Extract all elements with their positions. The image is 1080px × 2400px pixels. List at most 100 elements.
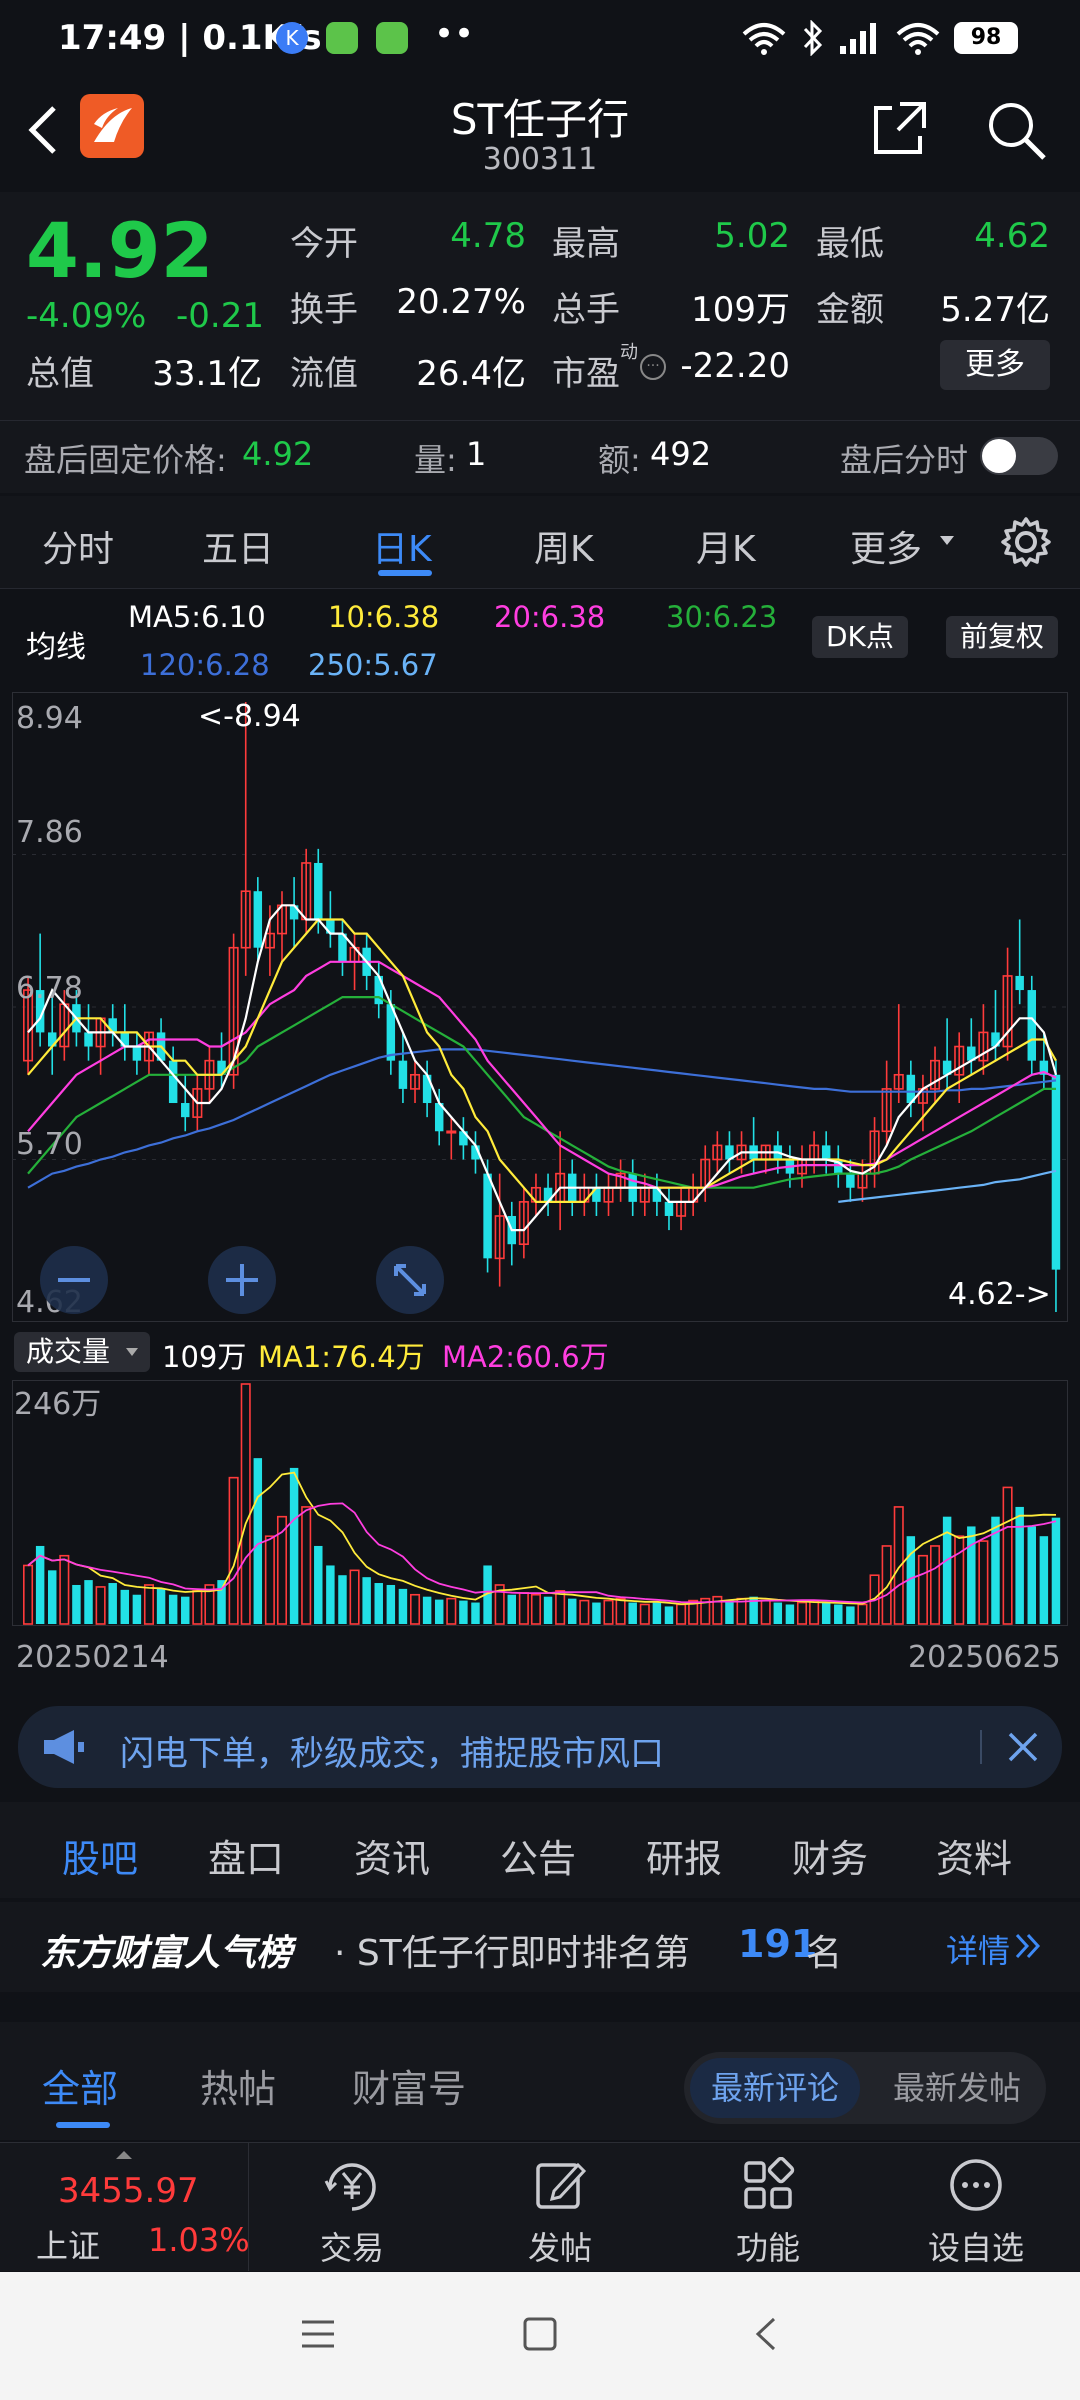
y-tick-label: 5.70 xyxy=(16,1127,83,1162)
volume-bar xyxy=(967,1526,976,1624)
app-notify-icon-2 xyxy=(376,22,408,54)
candle-body xyxy=(846,1173,855,1188)
settings-gear-icon[interactable] xyxy=(1000,516,1052,568)
ma-legend: 均线 MA5:6.10 10:6.38 20:6.38 30:6.23 120:… xyxy=(0,590,1080,690)
trade-yen-icon xyxy=(324,2163,376,2211)
signal-icon xyxy=(840,23,876,54)
volume-bar xyxy=(72,1584,81,1624)
search-icon[interactable] xyxy=(984,98,1048,162)
edit-post-icon xyxy=(536,2162,587,2209)
forum-tab-hot[interactable]: 热帖 xyxy=(200,2058,276,2113)
fullscreen-expand-icon[interactable] xyxy=(376,1246,444,1314)
tab-news[interactable]: 资讯 xyxy=(354,1828,430,1883)
forum-tab-wealth[interactable]: 财富号 xyxy=(352,2058,466,2113)
home-square-icon[interactable] xyxy=(522,2316,558,2352)
zoom-out-button[interactable] xyxy=(40,1246,108,1314)
share-icon[interactable] xyxy=(870,98,930,158)
sort-latest-comment[interactable]: 最新评论 xyxy=(690,2058,860,2118)
tab-research[interactable]: 研报 xyxy=(646,1828,722,1883)
volume-chart[interactable]: 246万 xyxy=(12,1380,1068,1626)
candle-body xyxy=(398,1060,408,1089)
x-axis-dates: 20250214 20250625 xyxy=(0,1640,1080,1680)
volume-bar xyxy=(652,1602,662,1624)
candle-body xyxy=(664,1201,674,1216)
app-notify-icon xyxy=(326,22,358,54)
volume-bar xyxy=(846,1606,855,1624)
tab-profile[interactable]: 资料 xyxy=(936,1828,1012,1883)
chart-period-tabs: 分时 五日 日K 周K 月K 更多 xyxy=(0,496,1080,589)
tab-daily-k[interactable]: 日K xyxy=(372,520,432,572)
tab-five-day[interactable]: 五日 xyxy=(202,520,274,572)
volume-bar xyxy=(773,1602,783,1624)
tab-monthly-k[interactable]: 月K xyxy=(696,520,756,572)
candle-body xyxy=(314,862,323,920)
after-timeshare-toggle[interactable] xyxy=(980,437,1058,475)
tab-announcements[interactable]: 公告 xyxy=(500,1828,576,1883)
ma-label[interactable]: 均线 xyxy=(26,622,86,666)
volume-bar xyxy=(120,1589,130,1624)
nav-watchlist[interactable]: 设自选 xyxy=(886,2143,1066,2271)
tab-finance[interactable]: 财务 xyxy=(792,1828,868,1883)
candlestick-chart[interactable]: 8.94 7.86 6.78 5.70 4.62 <-8.94 4.62-> xyxy=(12,692,1068,1322)
low-value: 4.62 xyxy=(974,216,1050,256)
forum-tab-active-underline xyxy=(56,2122,110,2128)
back-arrow-icon[interactable] xyxy=(752,2316,780,2352)
candle-body xyxy=(821,1145,831,1160)
active-tab-underline xyxy=(378,570,432,576)
rank-detail-link[interactable]: 详情 xyxy=(946,1926,1010,1972)
volume-bar xyxy=(1015,1506,1024,1624)
volume-bar xyxy=(48,1570,57,1624)
dk-point-button[interactable]: DK点 xyxy=(812,616,908,658)
more-fields-button[interactable]: 更多 xyxy=(940,340,1050,390)
ma5-value: MA5:6.10 xyxy=(128,600,266,634)
vol-ma1-value: MA1:76.4万 xyxy=(258,1340,425,1374)
candle-body xyxy=(1027,990,1036,1061)
volume-label: 总手 xyxy=(552,290,620,330)
popularity-rank[interactable]: 东方财富人气榜 · ST任子行即时排名第 191 名 详情 xyxy=(0,1902,1080,1992)
nav-trade[interactable]: 交易 xyxy=(262,2143,442,2271)
info-icon[interactable]: ··· xyxy=(640,354,666,380)
nav-post[interactable]: 发帖 xyxy=(470,2143,650,2271)
after-timeshare-label: 盘后分时 xyxy=(840,441,969,479)
tab-timeshare[interactable]: 分时 xyxy=(42,520,114,572)
volume-indicator-select[interactable]: 成交量 xyxy=(14,1332,151,1372)
forum-tab-all[interactable]: 全部 xyxy=(42,2058,118,2113)
candle-body xyxy=(168,1060,178,1104)
app-k-icon: K xyxy=(276,22,308,54)
zoom-in-button[interactable] xyxy=(208,1246,276,1314)
volume-bar xyxy=(507,1594,516,1624)
menu-icon[interactable] xyxy=(300,2318,336,2350)
tab-weekly-k[interactable]: 周K xyxy=(534,520,594,572)
volume-bar xyxy=(108,1583,117,1624)
volume-bar xyxy=(785,1604,795,1624)
promo-banner[interactable]: 闪电下单，秒级成交，捕捉股市风口 xyxy=(18,1706,1062,1788)
banner-divider xyxy=(980,1730,982,1764)
chevron-down-icon xyxy=(126,1348,139,1356)
turnover-value: 20.27% xyxy=(396,282,526,322)
amount-label: 金额 xyxy=(816,290,884,330)
candle-body xyxy=(1015,975,1024,991)
close-icon[interactable] xyxy=(1006,1730,1040,1764)
change-amt: -0.21 xyxy=(176,296,264,336)
volume-bar xyxy=(628,1602,637,1624)
sort-latest-post[interactable]: 最新发帖 xyxy=(874,2058,1040,2118)
nav-functions[interactable]: 功能 xyxy=(678,2143,858,2271)
low-price-marker: 4.62-> xyxy=(948,1277,1051,1312)
volume-bar xyxy=(725,1600,734,1624)
volume-bar xyxy=(543,1596,553,1624)
float-cap-value: 26.4亿 xyxy=(416,354,526,394)
tab-pankou[interactable]: 盘口 xyxy=(208,1828,284,1883)
open-value: 4.78 xyxy=(450,216,526,256)
more-circle-icon xyxy=(950,2159,1002,2211)
tab-more[interactable]: 更多 xyxy=(850,520,922,572)
float-cap-label: 流值 xyxy=(290,354,358,394)
tab-guba[interactable]: 股吧 xyxy=(62,1828,138,1883)
adjust-button[interactable]: 前复权 xyxy=(946,616,1059,658)
rank-prefix: · ST任子行即时排名第 xyxy=(334,1933,690,1974)
index-widget[interactable]: 3455.97 上证 1.03% xyxy=(0,2143,250,2271)
index-name: 上证 xyxy=(36,2227,101,2265)
system-navigation-bar xyxy=(0,2272,1080,2400)
wifi-icon-2 xyxy=(896,23,940,55)
candle-body xyxy=(181,1103,190,1118)
ma30-value: 30:6.23 xyxy=(666,600,778,634)
